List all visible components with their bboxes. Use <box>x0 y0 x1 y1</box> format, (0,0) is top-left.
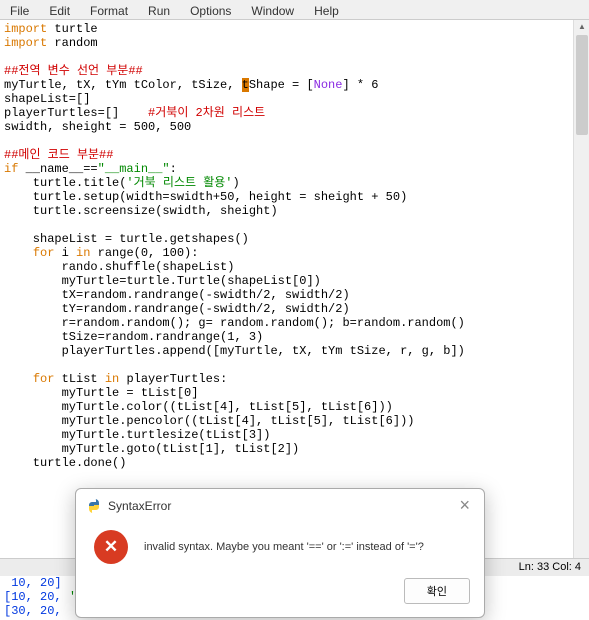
code-text: i <box>54 246 76 260</box>
code-text: shapeList=[] <box>4 92 90 106</box>
code-text: tList <box>54 372 104 386</box>
code-text: shapeList = turtle.getshapes() <box>4 232 249 246</box>
scroll-up-icon[interactable]: ▲ <box>574 20 589 36</box>
code-text <box>4 246 33 260</box>
code-text: myTurtle=turtle.Turtle(shapeList[0]) <box>4 274 321 288</box>
kw-in: in <box>76 246 90 260</box>
kw-for: for <box>33 246 55 260</box>
code-text: turtle.screensize(swidth, sheight) <box>4 204 278 218</box>
menu-bar: File Edit Format Run Options Window Help <box>0 0 589 20</box>
code-text: tY=random.randrange(-swidth/2, swidth/2) <box>4 302 350 316</box>
code-text: myTurtle, tX, tYm tColor, tSize, <box>4 78 242 92</box>
shell-line: [30, 20, <box>4 604 69 618</box>
code-text: turtle.setup(width=swidth+50, height = s… <box>4 190 407 204</box>
comment: ##메인 코드 부분## <box>4 148 113 162</box>
code-text: range(0, 100): <box>90 246 198 260</box>
kw-in: in <box>105 372 119 386</box>
code-text: turtle.done() <box>4 456 126 470</box>
ok-button[interactable]: 확인 <box>404 578 470 604</box>
close-icon[interactable]: × <box>455 495 474 516</box>
code-text: r=random.random(); g= random.random(); b… <box>4 316 465 330</box>
code-text: turtle <box>47 22 97 36</box>
code-text: tX=random.randrange(-swidth/2, swidth/2) <box>4 288 350 302</box>
code-text: Shape = [ <box>249 78 314 92</box>
comment: #거북이 2차원 리스트 <box>148 106 265 120</box>
code-text: playerTurtles: <box>119 372 227 386</box>
kw-if: if <box>4 162 18 176</box>
kw-import: import <box>4 22 47 36</box>
error-dialog: SyntaxError × ✕ invalid syntax. Maybe yo… <box>75 488 485 618</box>
code-text: playerTurtles=[] <box>4 106 148 120</box>
code-text: playerTurtles.append([myTurtle, tX, tYm … <box>4 344 465 358</box>
code-text: myTurtle = tList[0] <box>4 386 198 400</box>
dialog-titlebar: SyntaxError × <box>76 489 484 522</box>
menu-edit[interactable]: Edit <box>39 2 80 17</box>
menu-format[interactable]: Format <box>80 2 138 17</box>
code-text: swidth, sheight = 500, 500 <box>4 120 191 134</box>
code-text: tSize=random.randrange(1, 3) <box>4 330 263 344</box>
kw-none: None <box>314 78 343 92</box>
dialog-footer: 확인 <box>76 572 484 610</box>
code-text: : <box>170 162 177 176</box>
dialog-body: ✕ invalid syntax. Maybe you meant '==' o… <box>76 522 484 572</box>
cursor-position: Ln: 33 Col: 4 <box>519 561 581 573</box>
string: "__main__" <box>98 162 170 176</box>
kw-import: import <box>4 36 47 50</box>
menu-run[interactable]: Run <box>138 2 180 17</box>
menu-file[interactable]: File <box>0 2 39 17</box>
dialog-title-text: SyntaxError <box>108 499 171 513</box>
scroll-thumb[interactable] <box>576 35 588 135</box>
shell-line: [10, 20, <box>4 590 69 604</box>
code-text: ] * 6 <box>342 78 378 92</box>
code-text: rando.shuffle(shapeList) <box>4 260 234 274</box>
kw-for: for <box>33 372 55 386</box>
code-text: myTurtle.color((tList[4], tList[5], tLis… <box>4 400 393 414</box>
comment: ##전역 변수 선언 부분## <box>4 64 143 78</box>
menu-help[interactable]: Help <box>304 2 349 17</box>
error-x-icon: ✕ <box>94 530 128 564</box>
shell-line: 10, 20] <box>4 576 62 590</box>
code-text: turtle.title( <box>4 176 126 190</box>
code-text: myTurtle.turtlesize(tList[3]) <box>4 428 270 442</box>
menu-window[interactable]: Window <box>241 2 304 17</box>
vertical-scrollbar[interactable]: ▲ <box>573 20 589 560</box>
string: '거북 리스트 활용' <box>126 176 232 190</box>
code-editor[interactable]: import turtle import random ##전역 변수 선언 부… <box>0 20 589 550</box>
code-text <box>4 372 33 386</box>
code-text: myTurtle.goto(tList[1], tList[2]) <box>4 442 299 456</box>
menu-options[interactable]: Options <box>180 2 241 17</box>
code-text: random <box>47 36 97 50</box>
code-text: ) <box>233 176 240 190</box>
python-icon <box>86 498 102 514</box>
code-text: __name__== <box>18 162 97 176</box>
code-text: myTurtle.pencolor((tList[4], tList[5], t… <box>4 414 414 428</box>
error-highlight: t <box>242 78 249 92</box>
dialog-message: invalid syntax. Maybe you meant '==' or … <box>144 541 424 553</box>
